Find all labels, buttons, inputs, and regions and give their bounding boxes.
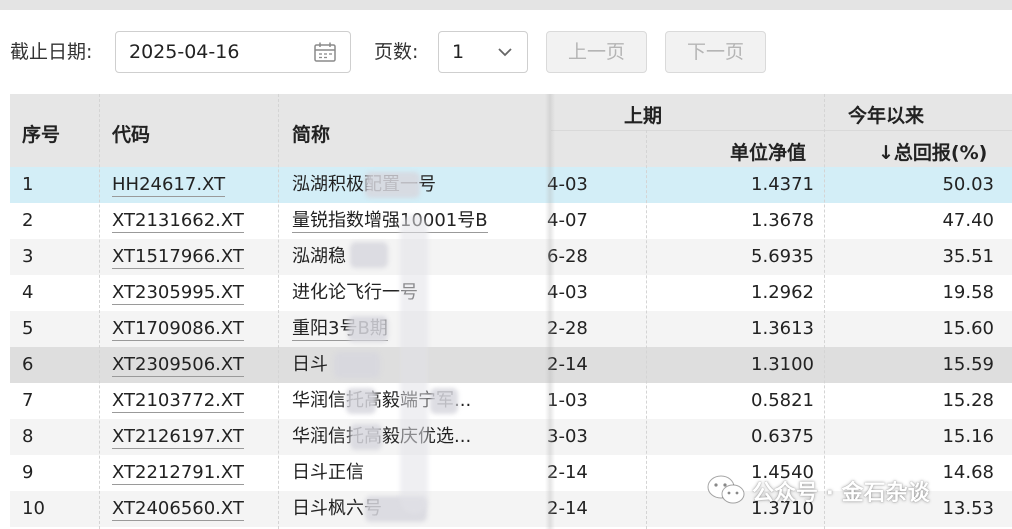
header-total-return[interactable]: ↓总回报(%) [878,138,987,165]
cell-return: 15.16 [942,426,994,447]
cell-seq: 10 [22,498,45,519]
cell-seq: 3 [22,246,34,267]
header-name[interactable]: 简称 [292,120,330,147]
cell-seq: 5 [22,318,34,339]
redaction-blur [350,424,382,450]
cell-nav: 1.3678 [751,210,814,231]
date-label: 截止日期: [10,41,93,63]
cell-return: 15.60 [942,318,994,339]
cell-name[interactable]: 日斗正信 [292,462,364,484]
cell-name[interactable]: 量锐指数增强10001号B [292,210,488,233]
cell-seq: 4 [22,282,34,303]
cell-code[interactable]: HH24617.XT [112,174,226,197]
cell-name[interactable]: 泓湖稳 [292,246,346,268]
frozen-column-shadow [545,94,555,529]
header-code[interactable]: 代码 [112,120,150,147]
column-divider [824,94,825,529]
redaction-blur [430,388,458,414]
cell-return: 19.58 [942,282,994,303]
fund-table: 序号 代码 简称 上期 单位净值 今年以来 ↓总回报(%) 1 HH24617.… [10,94,1012,529]
cell-return: 15.28 [942,390,994,411]
top-bar [0,0,1012,10]
cell-nav: 1.4371 [751,174,814,195]
cell-code[interactable]: XT2212791.XT [112,462,244,485]
cell-return: 35.51 [942,246,994,267]
table-header: 序号 代码 简称 上期 单位净值 今年以来 ↓总回报(%) [10,94,1012,167]
cell-nav: 5.6935 [751,246,814,267]
cell-return: 50.03 [942,174,994,195]
cell-nav: 1.2962 [751,282,814,303]
watermark-text: 公众号 · 金石杂谈 [752,481,930,506]
redaction-blur [350,242,388,268]
cell-nav: 0.5821 [751,390,814,411]
cell-nav: 0.6375 [751,426,814,447]
prev-page-button[interactable]: 上一页 [546,31,647,73]
cell-seq: 1 [22,174,34,195]
cell-seq: 6 [22,354,34,375]
cell-code[interactable]: XT1517966.XT [112,246,244,269]
cell-name[interactable]: 日斗 [292,354,328,376]
cell-code[interactable]: XT2126197.XT [112,426,244,449]
header-divider [551,130,1012,131]
cell-code[interactable]: XT2406560.XT [112,498,244,521]
cell-seq: 2 [22,210,34,231]
page-value: 1 [452,41,465,63]
header-seq[interactable]: 序号 [22,120,60,147]
column-divider [646,130,647,529]
redaction-blur [346,388,376,414]
next-page-button[interactable]: 下一页 [665,31,766,73]
page-select[interactable]: 1 [438,31,528,73]
cell-seq: 7 [22,390,34,411]
column-divider [278,94,279,529]
cell-seq: 9 [22,462,34,483]
cell-code[interactable]: XT2309506.XT [112,354,244,377]
cell-seq: 8 [22,426,34,447]
table-row[interactable]: 4 XT2305995.XT 进化论飞行一号 4-03 1.2962 19.58 [10,275,1012,311]
header-ytd: 今年以来 [848,105,925,127]
cell-return: 47.40 [942,210,994,231]
table-row[interactable]: 7 XT2103772.XT 华润信托高毅端宁军... 1-03 0.5821 … [10,383,1012,419]
table-row[interactable]: 2 XT2131662.XT 量锐指数增强10001号B 4-07 1.3678… [10,203,1012,239]
redaction-blur [348,316,388,342]
cell-code[interactable]: XT2131662.XT [112,210,244,233]
page-label: 页数: [374,41,419,63]
table-row[interactable]: 1 HH24617.XT 泓湖积极配置一号 4-03 1.4371 50.03 [10,167,1012,203]
cell-nav: 1.3100 [751,354,814,375]
cell-return: 15.59 [942,354,994,375]
date-value: 2025-04-16 [129,41,240,63]
watermark: 公众号 · 金石杂谈 [706,472,1006,508]
table-row[interactable]: 3 XT1517966.XT 泓湖稳 6-28 5.6935 35.51 [10,239,1012,275]
chevron-down-icon [498,48,512,57]
cell-code[interactable]: XT1709086.XT [112,318,244,341]
date-picker[interactable]: 2025-04-16 [115,31,351,73]
table-row[interactable]: 6 XT2309506.XT 日斗 2-14 1.3100 15.59 [10,347,1012,383]
column-divider [99,94,100,529]
table-row[interactable]: 8 XT2126197.XT 华润信托高毅庆优选... 3-03 0.6375 … [10,419,1012,455]
header-nav[interactable]: 单位净值 [730,138,806,165]
wechat-icon [707,475,745,504]
redaction-blur [334,352,380,378]
cell-code[interactable]: XT2305995.XT [112,282,244,305]
redaction-blur [365,172,420,198]
cell-code[interactable]: XT2103772.XT [112,390,244,413]
redaction-blur [400,214,428,514]
header-last-period: 上期 [624,105,663,127]
cell-nav: 1.3613 [751,318,814,339]
table-row[interactable]: 5 XT1709086.XT 重阳3号B期 2-28 1.3613 15.60 [10,311,1012,347]
calendar-icon [314,42,336,62]
